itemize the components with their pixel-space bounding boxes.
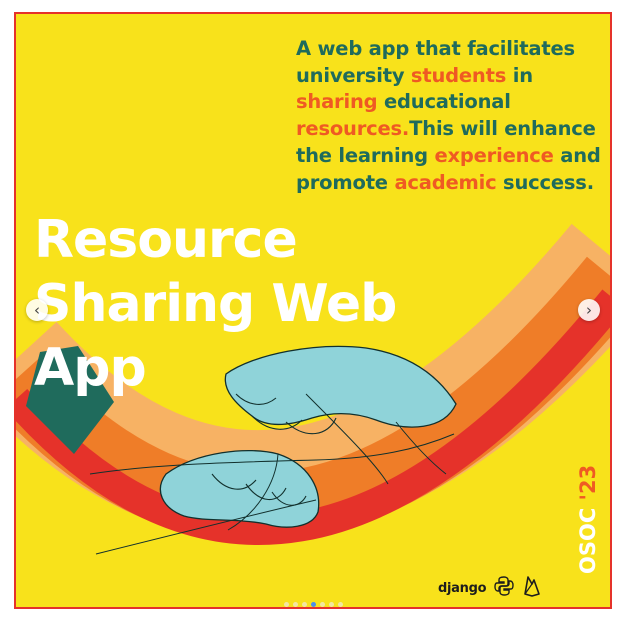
title-line-1: Resource xyxy=(34,210,298,270)
osoc-badge-year: '23 xyxy=(576,464,600,501)
carousel-dot[interactable] xyxy=(320,602,325,607)
highlighted-word: experience xyxy=(434,143,554,167)
django-logo: django xyxy=(438,580,487,596)
carousel-dot[interactable] xyxy=(338,602,343,607)
python-logo-icon xyxy=(494,576,514,600)
carousel-prev-button[interactable]: ‹ xyxy=(26,299,48,321)
highlighted-word: academic xyxy=(394,170,497,194)
carousel-dot[interactable] xyxy=(329,602,334,607)
description-segment: educational xyxy=(377,90,511,114)
carousel-dots xyxy=(284,602,343,607)
description-segment: success. xyxy=(496,170,594,194)
carousel-dot[interactable] xyxy=(293,602,298,607)
firebase-logo-icon xyxy=(522,575,542,601)
carousel-dot[interactable] xyxy=(302,602,307,607)
chevron-left-icon: ‹ xyxy=(34,301,40,319)
title-line-3: App xyxy=(34,338,147,398)
tech-logos: django xyxy=(438,576,542,600)
post-frame: A web app that facilitates university st… xyxy=(0,0,622,624)
carousel-next-button[interactable]: › xyxy=(578,299,600,321)
description-segment: in xyxy=(506,63,533,87)
highlighted-word: sharing xyxy=(296,90,378,114)
post-title: Resource Sharing Web App xyxy=(34,208,397,400)
carousel-slide: A web app that facilitates university st… xyxy=(14,12,612,609)
highlighted-word: resources. xyxy=(296,117,410,141)
title-line-2: Sharing Web xyxy=(34,274,397,334)
carousel-dot[interactable] xyxy=(284,602,289,607)
description-text: A web app that facilitates university st… xyxy=(296,36,606,196)
chevron-right-icon: › xyxy=(586,301,592,319)
osoc-badge: OSOC '23 xyxy=(576,465,600,574)
highlighted-word: students xyxy=(410,63,507,87)
carousel-dot-active[interactable] xyxy=(311,602,316,607)
osoc-badge-name: OSOC xyxy=(576,507,600,574)
